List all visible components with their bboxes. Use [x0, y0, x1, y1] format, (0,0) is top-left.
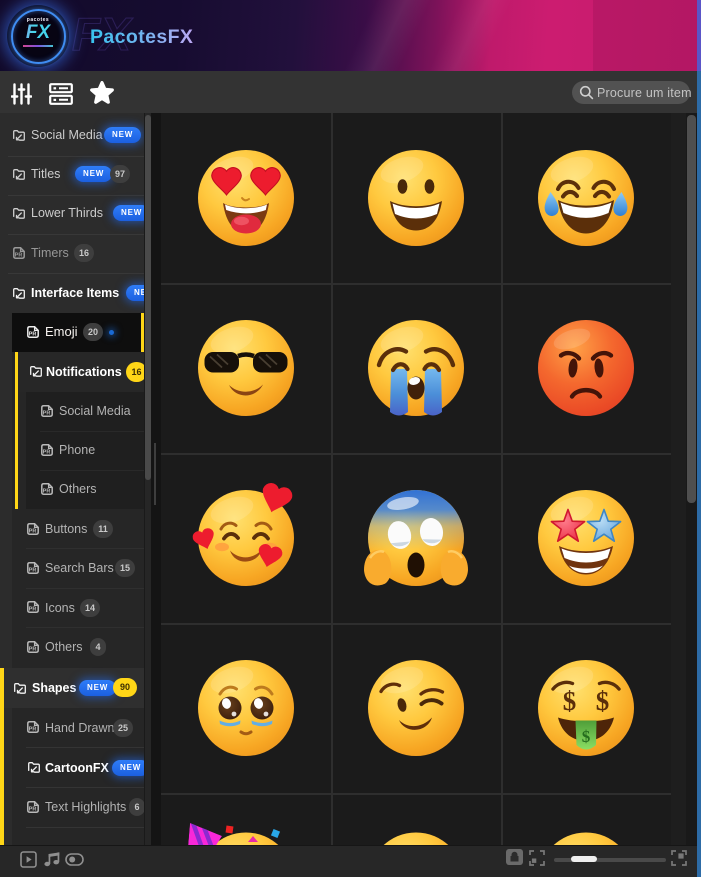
- svg-text:PR: PR: [29, 807, 37, 813]
- svg-text:PR: PR: [29, 647, 37, 653]
- svg-text:PR: PR: [43, 450, 51, 456]
- svg-text:PR: PR: [15, 253, 23, 259]
- svg-text:$: $: [582, 727, 591, 746]
- svg-text:PR: PR: [29, 607, 37, 613]
- svg-text:PR: PR: [43, 489, 51, 495]
- svg-text:$: $: [596, 686, 610, 716]
- svg-text:$: $: [563, 686, 577, 716]
- svg-text:PR: PR: [29, 529, 37, 535]
- svg-text:PR: PR: [29, 727, 37, 733]
- svg-text:PR: PR: [29, 332, 37, 338]
- svg-text:PR: PR: [29, 568, 37, 574]
- svg-text:PR: PR: [43, 411, 51, 417]
